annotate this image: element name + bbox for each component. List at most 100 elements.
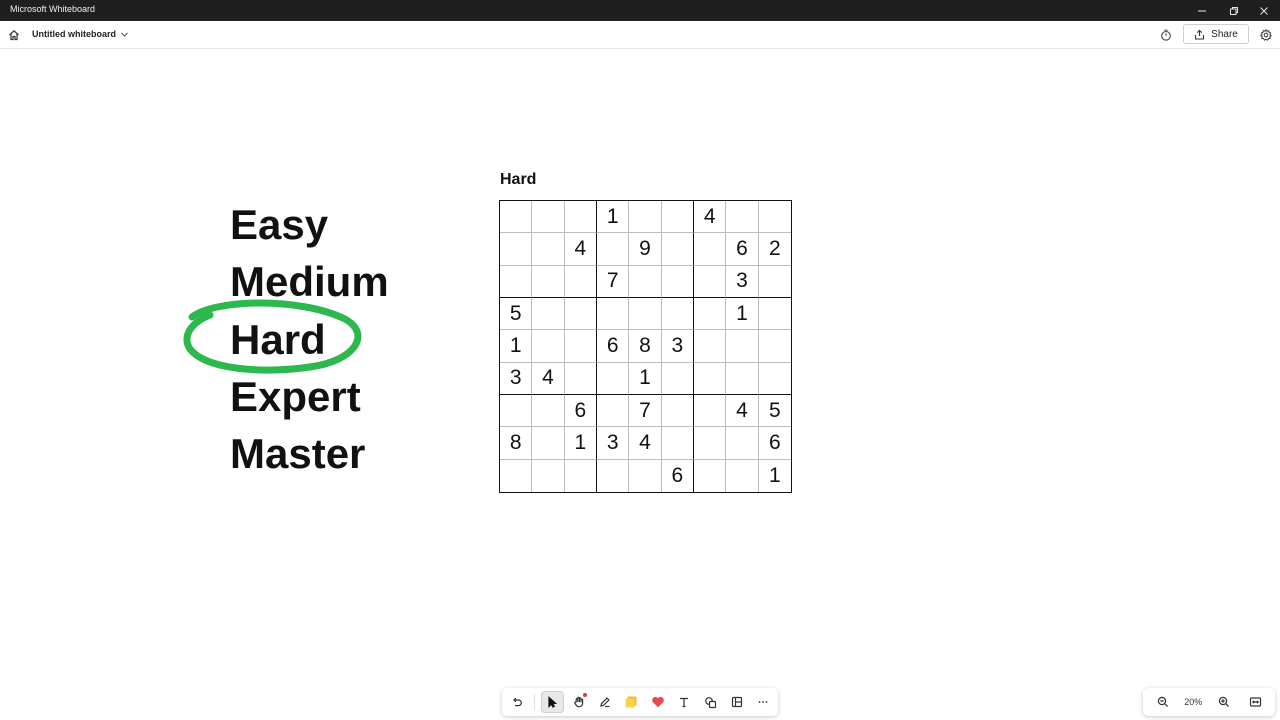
sudoku-cell[interactable]: [661, 201, 694, 234]
sudoku-cell[interactable]: [532, 265, 565, 298]
sudoku-cell[interactable]: [629, 297, 662, 331]
sudoku-cell[interactable]: [564, 297, 597, 331]
sudoku-cell[interactable]: [596, 297, 630, 331]
zoom-out-button[interactable]: [1153, 692, 1173, 712]
sudoku-cell[interactable]: [758, 298, 791, 331]
sudoku-cell[interactable]: [693, 330, 727, 363]
sudoku-cell[interactable]: 1: [500, 330, 533, 363]
sudoku-cell[interactable]: 4: [629, 427, 662, 460]
sudoku-cell[interactable]: [564, 265, 597, 298]
more-tools-button[interactable]: [752, 691, 774, 713]
sudoku-grid[interactable]: 1449627351168334167458134661: [499, 200, 792, 493]
sudoku-cell[interactable]: [532, 233, 565, 266]
sudoku-cell[interactable]: [661, 233, 694, 266]
sudoku-cell[interactable]: [597, 459, 630, 492]
sudoku-cell[interactable]: 1: [629, 362, 662, 395]
sudoku-cell[interactable]: [500, 201, 533, 234]
sudoku-cell[interactable]: [596, 362, 630, 395]
sudoku-cell[interactable]: [726, 201, 759, 234]
sudoku-title[interactable]: Hard: [500, 171, 536, 189]
sudoku-cell[interactable]: 8: [500, 427, 533, 460]
templates-tool[interactable]: [725, 691, 747, 713]
sudoku-cell[interactable]: [532, 330, 565, 363]
fit-to-screen-button[interactable]: [1245, 692, 1265, 712]
hand-tool[interactable]: [568, 691, 590, 713]
sudoku-cell[interactable]: [596, 233, 630, 266]
sudoku-cell[interactable]: [758, 330, 791, 363]
sudoku-cell[interactable]: 6: [726, 233, 759, 266]
sudoku-cell[interactable]: 4: [532, 362, 565, 395]
sudoku-cell[interactable]: [500, 265, 533, 298]
zoom-level[interactable]: 20%: [1184, 697, 1202, 707]
sudoku-cell[interactable]: [693, 394, 727, 428]
text-tool[interactable]: [673, 691, 695, 713]
sudoku-cell[interactable]: [532, 297, 565, 331]
undo-button[interactable]: [506, 691, 528, 713]
reaction-tool[interactable]: [647, 691, 669, 713]
sudoku-cell[interactable]: [564, 201, 597, 234]
sudoku-cell[interactable]: 5: [500, 297, 533, 331]
sudoku-cell[interactable]: [532, 394, 565, 428]
shapes-tool[interactable]: [699, 691, 721, 713]
sudoku-cell[interactable]: 7: [629, 394, 662, 428]
sudoku-cell[interactable]: [532, 427, 565, 460]
sudoku-cell[interactable]: 2: [758, 233, 791, 266]
sudoku-cell[interactable]: [693, 265, 727, 298]
whiteboard-canvas[interactable]: Easy Medium Hard Expert Master Hard 1449…: [0, 49, 1280, 720]
sudoku-cell[interactable]: [629, 459, 662, 492]
share-button[interactable]: Share: [1183, 24, 1249, 44]
sudoku-cell[interactable]: [726, 427, 759, 460]
sudoku-cell[interactable]: [758, 363, 791, 395]
restore-button[interactable]: [1218, 0, 1250, 21]
sudoku-cell[interactable]: 3: [500, 362, 533, 395]
ink-circle[interactable]: [0, 49, 420, 409]
sudoku-cell[interactable]: [629, 201, 662, 234]
sudoku-cell[interactable]: [758, 201, 791, 234]
sudoku-cell[interactable]: 3: [661, 330, 694, 363]
sudoku-cell[interactable]: [532, 201, 565, 234]
sudoku-cell[interactable]: 4: [564, 233, 597, 266]
timer-button[interactable]: [1158, 27, 1174, 43]
sudoku-cell[interactable]: [500, 394, 533, 428]
sudoku-cell[interactable]: 3: [596, 427, 630, 460]
sudoku-cell[interactable]: 6: [758, 427, 791, 460]
sudoku-cell[interactable]: 3: [726, 265, 759, 298]
sudoku-cell[interactable]: [564, 362, 597, 395]
zoom-in-button[interactable]: [1214, 692, 1234, 712]
sudoku-cell[interactable]: 4: [693, 201, 727, 234]
sudoku-cell[interactable]: [564, 330, 597, 363]
board-name-menu[interactable]: Untitled whiteboard: [32, 29, 129, 39]
sudoku-cell[interactable]: [693, 362, 727, 395]
close-button[interactable]: [1248, 0, 1280, 21]
sudoku-cell[interactable]: [661, 362, 694, 395]
sudoku-cell[interactable]: [693, 297, 727, 331]
sudoku-cell[interactable]: [532, 459, 565, 492]
sudoku-cell[interactable]: 1: [564, 427, 597, 460]
minimize-button[interactable]: [1186, 0, 1218, 21]
sudoku-cell[interactable]: [694, 459, 727, 492]
sudoku-cell[interactable]: [500, 459, 533, 492]
sudoku-cell[interactable]: [758, 266, 791, 298]
sudoku-cell[interactable]: [693, 233, 727, 266]
sudoku-cell[interactable]: [726, 330, 759, 363]
sudoku-cell[interactable]: 9: [629, 233, 662, 266]
sudoku-cell[interactable]: 4: [726, 394, 759, 428]
sudoku-cell[interactable]: [661, 394, 694, 428]
sudoku-cell[interactable]: 6: [662, 459, 694, 492]
sudoku-cell[interactable]: [565, 459, 597, 492]
sudoku-cell[interactable]: 1: [596, 201, 630, 234]
sudoku-cell[interactable]: 8: [629, 330, 662, 363]
sudoku-cell[interactable]: [661, 265, 694, 298]
sudoku-cell[interactable]: 6: [596, 330, 630, 363]
sudoku-cell[interactable]: [629, 265, 662, 298]
select-tool[interactable]: [541, 691, 564, 713]
sudoku-cell[interactable]: 7: [596, 265, 630, 298]
sudoku-cell[interactable]: [596, 394, 630, 428]
level-master[interactable]: Master: [230, 433, 365, 475]
home-button[interactable]: [6, 27, 22, 43]
pen-tool[interactable]: [594, 691, 616, 713]
sudoku-cell[interactable]: [726, 362, 759, 395]
sudoku-cell[interactable]: [500, 233, 533, 266]
settings-button[interactable]: [1258, 27, 1274, 43]
sudoku-cell[interactable]: 1: [759, 460, 791, 492]
